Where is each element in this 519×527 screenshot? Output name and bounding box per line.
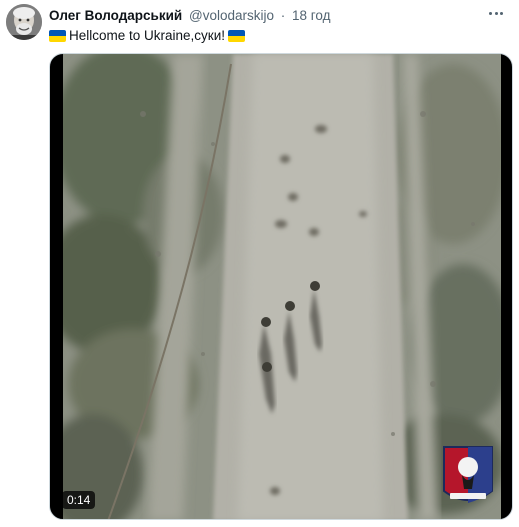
more-options-icon[interactable] bbox=[485, 4, 507, 22]
ukraine-flag-icon bbox=[228, 30, 245, 42]
author-avatar[interactable] bbox=[6, 4, 42, 40]
tweet-text: Hellcome to Ukraine,суки! bbox=[49, 27, 245, 45]
header-separator: · bbox=[280, 8, 286, 23]
ukraine-flag-icon bbox=[49, 30, 66, 42]
video-duration-badge: 0:14 bbox=[62, 491, 96, 509]
tweet-header: Олег Володарський @volodarskijo · 18 год bbox=[49, 7, 331, 25]
author-name[interactable]: Олег Володарський bbox=[49, 8, 182, 23]
tweet-video[interactable]: 0:14 bbox=[49, 53, 513, 520]
video-frame[interactable] bbox=[63, 54, 501, 519]
author-handle[interactable]: @volodarskijo bbox=[189, 8, 274, 23]
tweet-timestamp[interactable]: 18 год bbox=[292, 8, 330, 23]
unit-emblem bbox=[442, 445, 494, 509]
tweet-card[interactable]: Олег Володарський @volodarskijo · 18 год… bbox=[0, 0, 519, 527]
tweet-body: Hellcome to Ukraine,суки! bbox=[69, 28, 225, 43]
